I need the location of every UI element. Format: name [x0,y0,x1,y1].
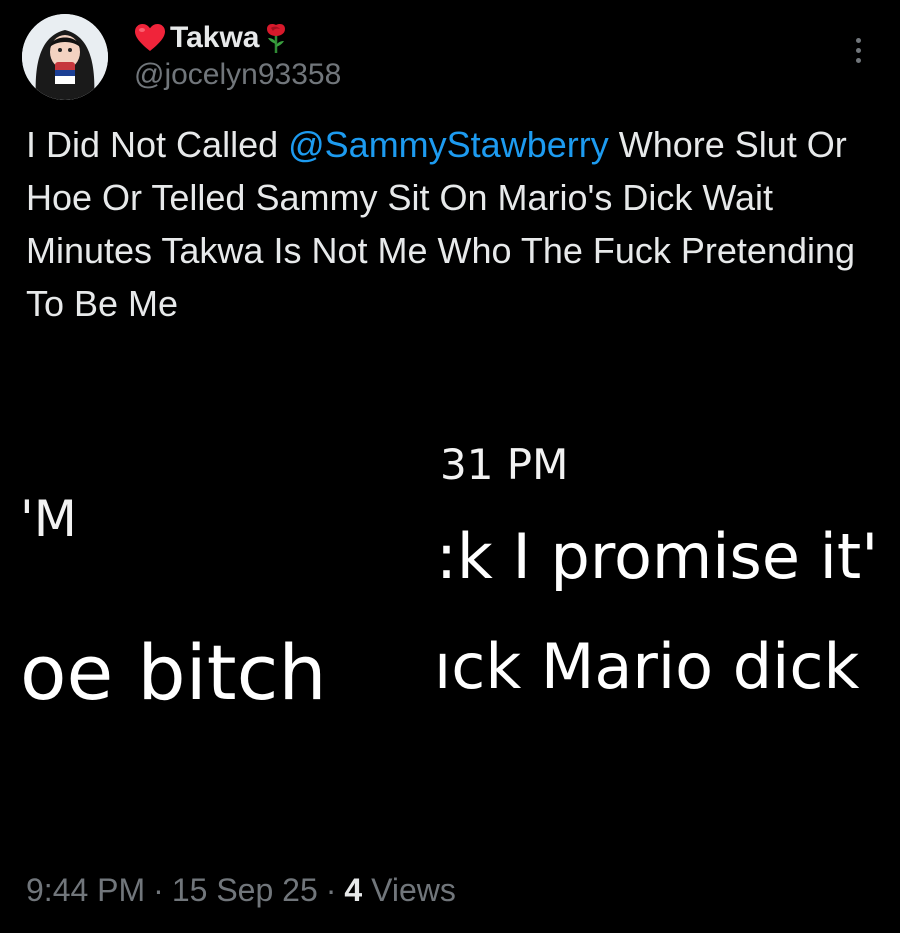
image-text-promise: :k I promise it' [436,520,876,593]
meta-separator: · [153,872,164,908]
meta-separator: · [325,872,337,908]
post-time[interactable]: 9:44 PM [26,872,145,909]
avatar[interactable] [22,14,108,100]
more-dot-icon [855,57,861,63]
more-dot-icon [855,37,861,43]
views-label: Views [371,872,456,908]
tweet: Takwa @jocelyn93358 I Did Not Called @Sa… [0,0,900,933]
views-count: 4 [344,872,363,908]
more-dot-icon [855,47,861,53]
post-text: I Did Not Called @SammyStawberry Whore S… [26,118,876,330]
rose-icon [264,22,288,54]
post-text-start: I Did Not Called [26,124,289,165]
more-options-button[interactable] [838,30,878,70]
author-name-row[interactable]: Takwa [134,18,288,58]
image-text-mario: ıck Mario dick [434,630,860,703]
post-meta: 9:44 PM · 15 Sep 25 · 4 Views [26,872,456,909]
image-text-pm: 'M [20,490,77,548]
views-link[interactable]: 4 Views [344,872,455,909]
post-date[interactable]: 15 Sep 25 [172,872,318,909]
author-display-name: Takwa [170,21,260,54]
image-text-time: 31 PM [440,440,569,489]
image-text-bitch: oe bitch [20,628,327,717]
post-image[interactable]: 31 PM 'M :k I promise it' oe bitch ıck M… [0,420,900,740]
red-heart-icon [134,23,166,53]
author-handle[interactable]: @jocelyn93358 [134,58,341,92]
mention-link[interactable]: @SammyStawberry [288,124,609,165]
